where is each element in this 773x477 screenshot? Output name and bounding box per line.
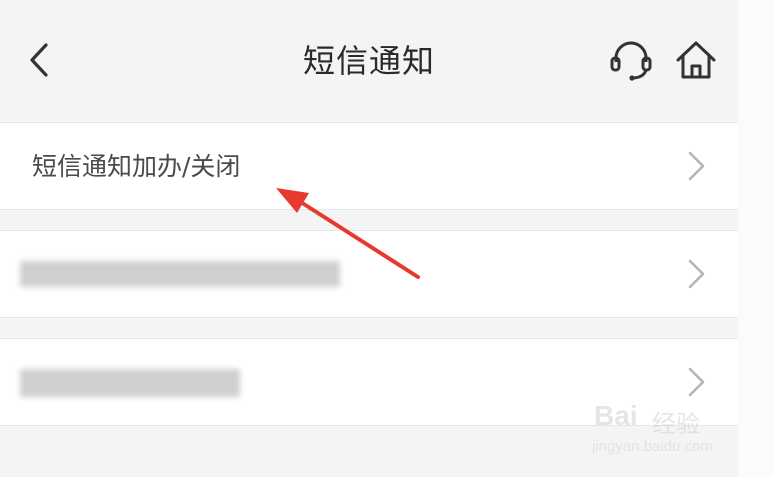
list-item-label: 短信通知加办/关闭 — [32, 152, 241, 181]
chevron-right-icon — [688, 259, 705, 289]
header-bar: 短信通知 — [0, 0, 738, 120]
home-icon — [676, 41, 716, 79]
chevron-right-icon — [688, 151, 705, 181]
headset-icon — [610, 41, 652, 81]
watermark-brand: Bai — [594, 400, 638, 431]
support-button[interactable] — [607, 36, 655, 84]
list-item-blurred[interactable] — [0, 230, 738, 318]
baidu-watermark: Bai 经验 jingyan.baidu.com — [590, 390, 740, 470]
watermark-sub: 经验 — [652, 410, 700, 438]
home-button[interactable] — [672, 36, 720, 84]
watermark-url: jingyan.baidu.com — [592, 438, 713, 455]
right-edge-strip — [738, 0, 773, 477]
list-item-sms-toggle[interactable]: 短信通知加办/关闭 — [0, 122, 738, 210]
blurred-label — [20, 369, 240, 397]
blurred-label — [20, 261, 340, 287]
